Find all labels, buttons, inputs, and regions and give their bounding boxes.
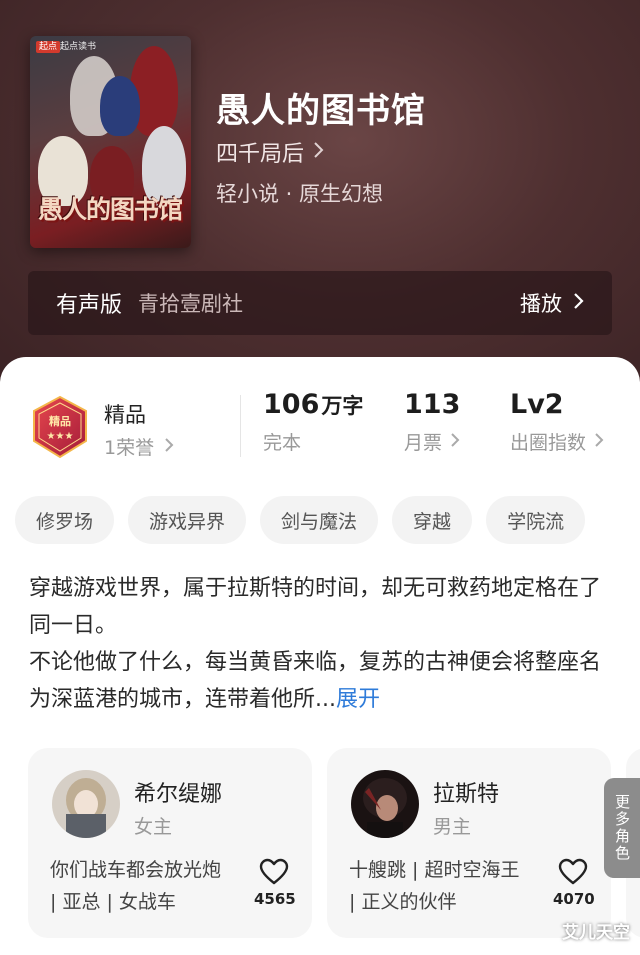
svg-text:精品: 精品 xyxy=(49,414,71,428)
synopsis: 穿越游戏世界，属于拉斯特的时间，却无可救药地定格在了同一日。 不论他做了什么，每… xyxy=(29,570,613,718)
quality-title: 精品 xyxy=(104,403,146,427)
tag-chip[interactable]: 穿越 xyxy=(392,496,473,544)
chevron-right-icon xyxy=(450,432,460,452)
like-count: 4565 xyxy=(254,890,296,908)
character-name: 拉斯特 xyxy=(433,782,500,807)
synopsis-line: 不论他做了什么，每当黄昏来临，复苏的古神便会将整座名为深蓝港的城市，连带着他所.… xyxy=(29,650,602,712)
tag-chip[interactable]: 修罗场 xyxy=(15,496,115,544)
synopsis-line: 穿越游戏世界，属于拉斯特的时间，却无可救药地定格在了同一日。 xyxy=(29,576,602,638)
like-count: 4070 xyxy=(553,890,595,908)
character-avatar xyxy=(351,770,419,838)
tag-list: 修罗场 游戏异界 剑与魔法 穿越 学院流 xyxy=(15,496,586,544)
cover-title: 愚人的图书馆 xyxy=(38,195,183,224)
book-title: 愚人的图书馆 xyxy=(216,91,426,131)
heart-icon xyxy=(254,858,294,886)
author-name: 四千局后 xyxy=(216,142,305,167)
like-button[interactable]: 4070 xyxy=(553,858,595,908)
stats-row: 精品 ★★★ 精品 1荣誉 106 万字 完本 113 月票 Lv2 出圈指数 xyxy=(0,389,640,475)
popularity-stat[interactable]: Lv2 出圈指数 xyxy=(510,389,604,455)
character-description: 你们战车都会放光炮 | 亚总 | 女战车 xyxy=(50,859,222,913)
book-header: 起点 起点读书 愚人的图书馆 愚人的图书馆 四千局后 轻小说 · 原生幻想 有声… xyxy=(0,0,640,400)
status-label: 完本 xyxy=(263,432,302,454)
more-characters-button[interactable]: 更多角色 xyxy=(604,778,640,878)
audio-label: 有声版 xyxy=(56,293,123,318)
character-avatar xyxy=(52,770,120,838)
character-name: 希尔缇娜 xyxy=(134,782,223,807)
divider xyxy=(240,395,241,457)
word-count-unit: 万字 xyxy=(321,394,364,418)
tag-chip[interactable]: 学院流 xyxy=(486,496,586,544)
quality-badge-icon: 精品 ★★★ xyxy=(30,395,90,459)
cover-publisher: 起点读书 xyxy=(60,42,97,52)
character-role: 男主 xyxy=(433,816,472,838)
book-detail-sheet: 精品 ★★★ 精品 1荣誉 106 万字 完本 113 月票 Lv2 出圈指数 … xyxy=(0,357,640,955)
monthly-ticket-stat[interactable]: 113 月票 xyxy=(404,389,460,455)
genre-label: 轻小说 · 原生幻想 xyxy=(216,182,384,206)
expand-link[interactable]: 展开 xyxy=(336,687,380,712)
cover-badge: 起点 xyxy=(36,41,61,53)
honor-link[interactable]: 1荣誉 xyxy=(104,433,174,460)
popularity-label: 出圈指数 xyxy=(510,432,587,454)
honor-count: 1荣誉 xyxy=(104,437,155,459)
word-count-value: 106 xyxy=(263,389,320,420)
heart-icon xyxy=(553,858,593,886)
book-cover[interactable]: 起点 起点读书 愚人的图书馆 xyxy=(30,36,191,248)
character-list: 希尔缇娜 女主 你们战车都会放光炮 | 亚总 | 女战车 4565 拉斯特 男主… xyxy=(0,748,640,938)
chevron-right-icon xyxy=(594,432,604,452)
chevron-right-icon xyxy=(312,141,324,164)
monthly-ticket-value: 113 xyxy=(404,389,461,420)
tag-chip[interactable]: 游戏异界 xyxy=(128,496,247,544)
character-role: 女主 xyxy=(134,816,173,838)
audio-version-bar[interactable]: 有声版 青拾壹剧社 播放 xyxy=(28,271,612,335)
svg-text:★★★: ★★★ xyxy=(47,431,74,442)
play-label: 播放 xyxy=(520,292,562,316)
monthly-ticket-label: 月票 xyxy=(404,432,443,454)
character-card[interactable]: 拉斯特 男主 十艘跳 | 超时空海王 | 正义的伙伴 4070 xyxy=(327,748,611,938)
audio-studio: 青拾壹剧社 xyxy=(138,292,244,316)
character-description: 十艘跳 | 超时空海王 | 正义的伙伴 xyxy=(349,859,520,913)
author-link[interactable]: 四千局后 xyxy=(216,136,324,168)
word-count-stat: 106 万字 完本 xyxy=(263,389,363,455)
watermark: 艾儿天空 xyxy=(562,923,630,943)
tag-chip[interactable]: 剑与魔法 xyxy=(260,496,379,544)
character-card[interactable]: 希尔缇娜 女主 你们战车都会放光炮 | 亚总 | 女战车 4565 xyxy=(28,748,312,938)
chevron-right-icon xyxy=(572,292,584,315)
like-button[interactable]: 4565 xyxy=(254,858,296,908)
play-button[interactable]: 播放 xyxy=(520,288,584,318)
chevron-right-icon xyxy=(164,437,174,457)
popularity-level: Lv2 xyxy=(510,389,564,420)
